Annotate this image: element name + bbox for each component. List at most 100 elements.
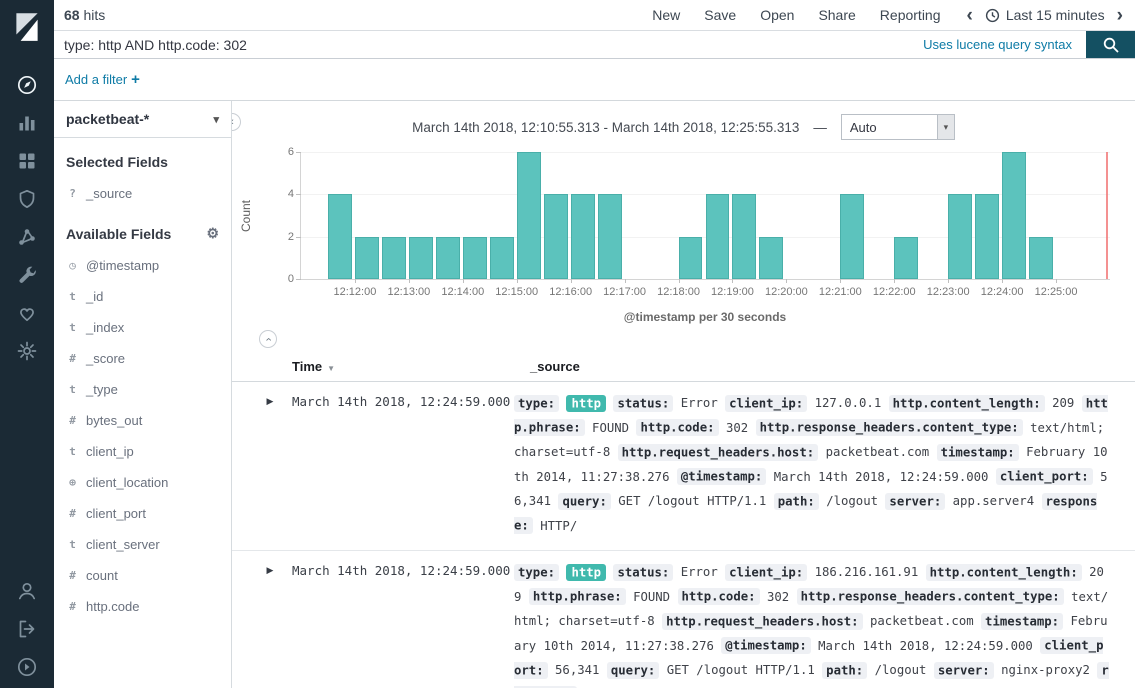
histogram-bar[interactable] (975, 194, 999, 279)
time-forward-chevron-icon[interactable]: › (1117, 6, 1123, 25)
expand-row-caret-icon[interactable]: ▶ (254, 557, 286, 576)
x-tick-mark (786, 279, 787, 283)
field-name: _index (86, 320, 124, 335)
histogram-bar[interactable] (328, 194, 352, 279)
histogram-bar[interactable] (706, 194, 730, 279)
available-fields-list: ◷@timestampt_idt_index#_scoret_type#byte… (54, 250, 231, 622)
histogram-bar[interactable] (571, 194, 595, 279)
search-button[interactable] (1086, 31, 1135, 58)
field-item-client_location[interactable]: ⊕client_location (54, 467, 231, 498)
topbar-action-share[interactable]: Share (818, 7, 855, 23)
y-tick-mark (296, 237, 301, 238)
source-field-value: 302 (767, 590, 789, 604)
field-name: client_server (86, 537, 160, 552)
x-tick-label: 12:15:00 (495, 286, 538, 298)
plus-icon: + (131, 71, 140, 88)
field-item-client_ip[interactable]: tclient_ip (54, 436, 231, 467)
app-sidebar (0, 0, 54, 688)
graph-nav-icon[interactable] (0, 218, 54, 256)
histogram-bar[interactable] (840, 194, 864, 279)
histogram-bar[interactable] (463, 237, 487, 279)
field-item-_source[interactable]: ? _source (54, 178, 231, 209)
field-item-_type[interactable]: t _type (54, 374, 231, 405)
logout-nav-icon[interactable] (0, 610, 54, 648)
visualize-nav-icon[interactable] (0, 104, 54, 142)
account-nav-icon[interactable] (0, 572, 54, 610)
histogram-bar[interactable] (598, 194, 622, 279)
expand-row-caret-icon[interactable]: ▶ (254, 388, 286, 407)
topbar-action-save[interactable]: Save (704, 7, 736, 23)
histogram-bar[interactable] (490, 237, 514, 279)
histogram-bar[interactable] (894, 237, 918, 279)
security-nav-icon[interactable] (0, 180, 54, 218)
source-field-name: http.response_headers.content_type: (756, 419, 1023, 436)
field-type-icon: t (66, 290, 79, 303)
time-back-chevron-icon[interactable]: ‹ (967, 6, 973, 25)
source-field-value: GET /logout HTTP/1.1 (667, 663, 815, 677)
query-input[interactable] (54, 31, 923, 58)
search-icon (1102, 36, 1120, 54)
collapse-histogram-button[interactable]: ‹ (259, 330, 277, 348)
histogram-bar[interactable] (679, 237, 703, 279)
collapse-nav-nav-icon[interactable] (0, 648, 54, 686)
field-name: _type (86, 382, 118, 397)
field-type-icon: ◷ (66, 259, 79, 272)
lucene-syntax-link[interactable]: Uses lucene query syntax (923, 31, 1072, 58)
time-navigation: ‹ Last 15 minutes › (967, 6, 1124, 25)
y-tick-label: 4 (274, 188, 294, 200)
histogram-bar[interactable] (1002, 152, 1026, 279)
selected-fields-title: Selected Fields (66, 154, 219, 170)
histogram-bar[interactable] (382, 237, 406, 279)
field-item-@timestamp[interactable]: ◷@timestamp (54, 250, 231, 281)
histogram-bar[interactable] (409, 237, 433, 279)
source-field-name: http.content_length: (926, 564, 1082, 581)
highlighted-field-value: http (566, 564, 606, 581)
field-item-_score[interactable]: #_score (54, 343, 231, 374)
field-item-http.code[interactable]: #http.code (54, 591, 231, 622)
topbar-action-open[interactable]: Open (760, 7, 794, 23)
histogram-bar[interactable] (948, 194, 972, 279)
field-item-_id[interactable]: t_id (54, 281, 231, 312)
topbar-action-new[interactable]: New (652, 7, 680, 23)
kibana-logo-icon[interactable] (0, 0, 54, 54)
y-tick-mark (296, 152, 301, 153)
discover-nav-icon[interactable] (0, 66, 54, 104)
field-type-icon: t (66, 383, 79, 396)
current-time-marker (1106, 152, 1108, 279)
dev-tools-nav-icon[interactable] (0, 256, 54, 294)
histogram-bar[interactable] (355, 237, 379, 279)
source-field-value: 56,341 (555, 663, 599, 677)
field-name: client_ip (86, 444, 134, 459)
histogram-bar[interactable] (544, 194, 568, 279)
histogram-bar[interactable] (1029, 237, 1053, 279)
field-item-count[interactable]: #count (54, 560, 231, 591)
field-type-icon: ? (66, 187, 79, 200)
source-field-name: http.code: (678, 588, 760, 605)
dashboard-nav-icon[interactable] (0, 142, 54, 180)
interval-select[interactable]: Auto ▾ (841, 114, 955, 140)
time-column-header[interactable]: Time▼ (286, 359, 514, 374)
histogram-bar[interactable] (732, 194, 756, 279)
search-bar: Uses lucene query syntax (54, 30, 1135, 59)
histogram-bar[interactable] (436, 237, 460, 279)
field-type-icon: # (66, 507, 79, 520)
source-field-name: server: (885, 493, 945, 510)
histogram-bar[interactable] (759, 237, 783, 279)
field-item-client_port[interactable]: #client_port (54, 498, 231, 529)
doc-table-header: Time▼ _source (232, 352, 1135, 382)
add-filter-link[interactable]: Add a filter + (65, 71, 140, 88)
topbar-action-reporting[interactable]: Reporting (880, 7, 941, 23)
field-item-_index[interactable]: t_index (54, 312, 231, 343)
chart-time-range-title: March 14th 2018, 12:10:55.313 - March 14… (412, 120, 799, 135)
field-name: _source (86, 186, 132, 201)
field-item-bytes_out[interactable]: #bytes_out (54, 405, 231, 436)
doc-time-cell: March 14th 2018, 12:24:59.000 (286, 557, 514, 578)
monitoring-nav-icon[interactable] (0, 294, 54, 332)
management-nav-icon[interactable] (0, 332, 54, 370)
source-field-name: http.response_headers.content_type: (797, 588, 1064, 605)
field-settings-gear-icon[interactable]: ⚙ (206, 225, 219, 242)
time-picker-button[interactable]: Last 15 minutes (985, 7, 1105, 23)
histogram-bar[interactable] (517, 152, 541, 279)
field-item-client_server[interactable]: tclient_server (54, 529, 231, 560)
index-pattern-selector[interactable]: packetbeat-* ▾ (54, 101, 231, 138)
